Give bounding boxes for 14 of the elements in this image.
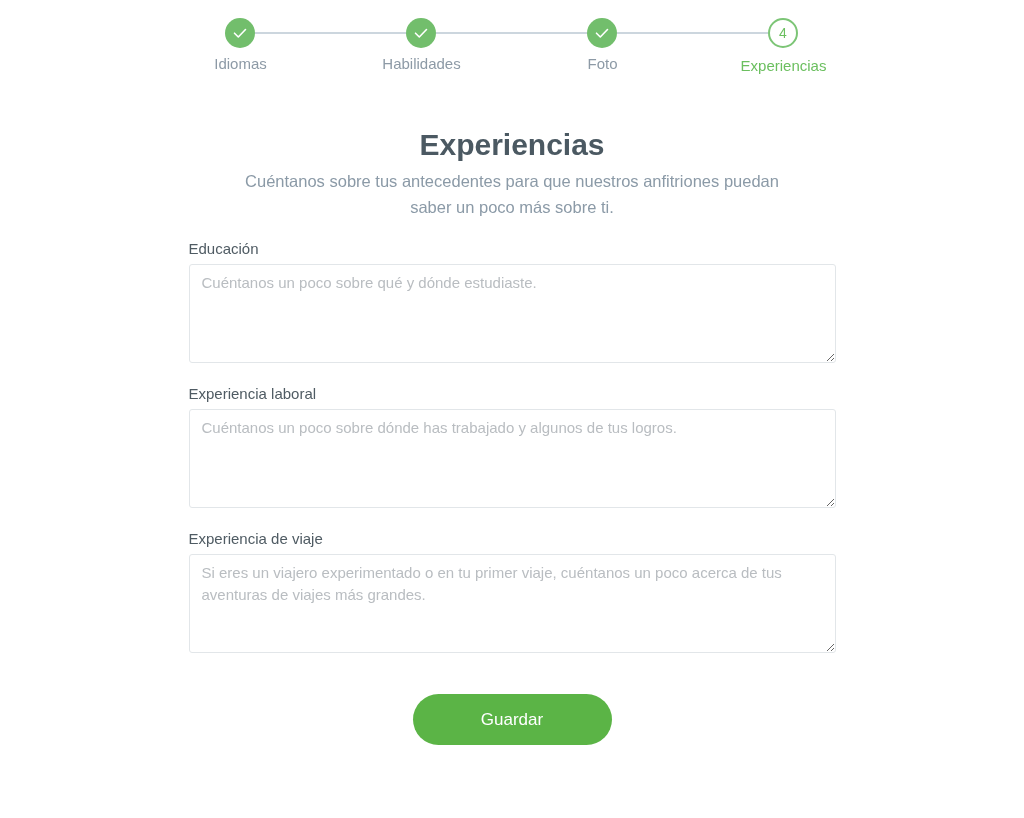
save-button[interactable]: Guardar <box>412 694 612 745</box>
field-label: Experiencia de viaje <box>188 529 324 549</box>
step-label: Idiomas <box>214 54 267 74</box>
text-area[interactable]: Cuéntanos un poco sobre dónde has trabajado y algunos de tus logros. <box>188 409 836 508</box>
text-area[interactable]: Cuéntanos un poco sobre qué y dónde estudiaste. <box>188 264 836 363</box>
text-area[interactable]: Si eres un viajero experimentado o en tu primer viaje, cuéntanos un poco acerca de tus aventuras de viajes más grandes. <box>188 554 836 653</box>
step-label: Habilidades <box>382 54 461 74</box>
page-subtitle: Cuéntanos sobre tus antecedentes para que nuestros anfitriones puedan saber un poco más sobre ti. <box>244 171 780 218</box>
page-title: Experiencias <box>419 127 605 163</box>
step-label: Experiencias <box>740 56 827 76</box>
step-label: Foto <box>587 54 618 74</box>
field-label: Educación <box>188 239 260 259</box>
step-number: 4 <box>768 18 798 48</box>
field-label: Experiencia laboral <box>188 384 318 404</box>
